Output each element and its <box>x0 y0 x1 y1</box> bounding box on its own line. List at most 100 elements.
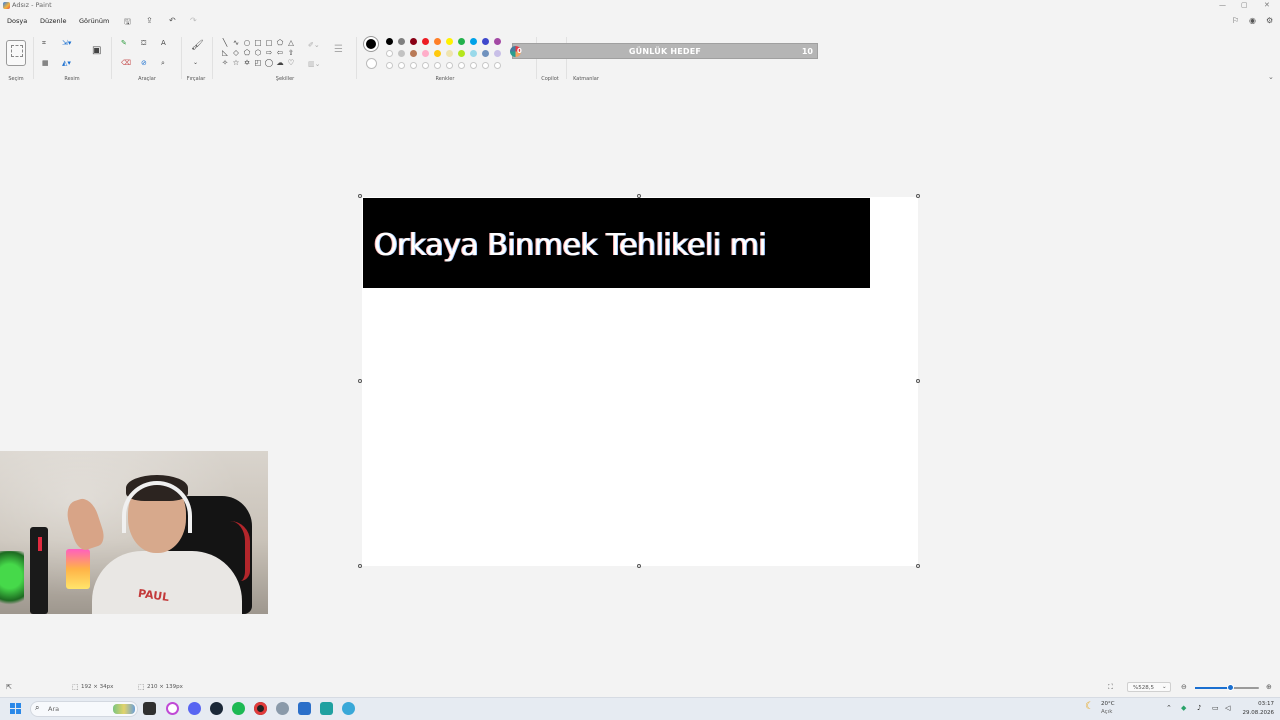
secondary-color-swatch[interactable] <box>366 58 377 69</box>
canvas-banner[interactable]: Orkaya Binmek Tehlikeli mi <box>363 198 870 288</box>
collapse-ribbon-chevron-icon[interactable]: ⌄ <box>1268 73 1274 81</box>
resize-handle-top-right[interactable] <box>916 194 920 198</box>
custom-color-slot[interactable] <box>422 62 429 69</box>
shape-fill-icon[interactable]: ▥⌄ <box>308 60 320 68</box>
color-swatch[interactable] <box>482 50 489 57</box>
undo-icon[interactable]: ↶ <box>169 16 176 25</box>
polygon-shape-icon[interactable]: ⬠ <box>275 38 285 47</box>
rounded-callout-shape-icon[interactable]: ◰ <box>253 58 263 67</box>
zoom-in-icon[interactable]: ⊕ <box>1266 683 1272 691</box>
custom-color-slot[interactable] <box>470 62 477 69</box>
paint-taskbar-icon[interactable] <box>298 702 311 715</box>
five-point-star-shape-icon[interactable]: ☆ <box>231 58 241 67</box>
custom-color-slot[interactable] <box>434 62 441 69</box>
color-swatch[interactable] <box>422 50 429 57</box>
color-swatch[interactable] <box>410 50 417 57</box>
fit-to-window-icon[interactable]: ⛶ <box>1108 683 1113 692</box>
browser-icon[interactable] <box>342 702 355 715</box>
settings-app-icon[interactable] <box>276 702 289 715</box>
color-swatch[interactable] <box>386 50 393 57</box>
custom-color-slot[interactable] <box>386 62 393 69</box>
heart-shape-icon[interactable]: ♡ <box>286 58 296 67</box>
opera-icon[interactable] <box>166 702 179 715</box>
color-swatch[interactable] <box>446 38 453 45</box>
save-icon[interactable]: 🖫 <box>124 16 131 30</box>
brush-dropdown-chevron-icon[interactable]: ⌄ <box>193 59 198 67</box>
diamond-shape-icon[interactable]: ◇ <box>231 48 241 57</box>
menu-edit[interactable]: Düzenle <box>40 17 66 25</box>
outline-icon[interactable]: ✐⌄ <box>308 41 320 49</box>
resize-handle-bottom-right[interactable] <box>916 564 920 568</box>
color-swatch[interactable] <box>482 38 489 45</box>
discord-icon[interactable] <box>188 702 201 715</box>
stroke-size-icon[interactable]: ☰ <box>334 45 343 55</box>
color-swatch[interactable] <box>386 38 393 45</box>
resize-handle-left[interactable] <box>358 379 362 383</box>
color-swatch[interactable] <box>398 50 405 57</box>
color-swatch[interactable] <box>458 50 465 57</box>
curve-shape-icon[interactable]: ∿ <box>231 38 241 47</box>
settings-icon[interactable]: ⚙ <box>1266 16 1273 25</box>
image-select-icon[interactable]: ▣ <box>92 46 101 56</box>
volume-icon[interactable]: ◁ <box>1225 704 1230 712</box>
rectangle-shape-icon[interactable]: □ <box>253 38 263 47</box>
six-point-star-shape-icon[interactable]: ✡ <box>242 58 252 67</box>
rounded-rect-shape-icon[interactable]: ▢ <box>264 38 274 47</box>
rotate-icon[interactable]: ◭▾ <box>62 59 71 67</box>
remove-background-icon[interactable]: ▦ <box>42 59 49 67</box>
clock-time[interactable]: 03:17 <box>1248 701 1274 707</box>
redo-icon[interactable]: ↷ <box>190 16 197 25</box>
resize-icon[interactable]: ⇲▾ <box>62 39 71 47</box>
right-triangle-shape-icon[interactable]: ◺ <box>220 48 230 57</box>
taskbar-search[interactable]: ⌕ Ara <box>30 701 138 717</box>
color-swatch[interactable] <box>458 38 465 45</box>
minimize-button[interactable]: — <box>1219 1 1226 9</box>
right-arrow-shape-icon[interactable]: ⇨ <box>264 48 274 57</box>
resize-handle-bottom-left[interactable] <box>358 564 362 568</box>
color-swatch[interactable] <box>470 50 477 57</box>
resize-handle-bottom[interactable] <box>637 564 641 568</box>
microphone-icon[interactable]: ♪ <box>1197 704 1201 712</box>
zoom-slider-thumb[interactable] <box>1227 684 1235 691</box>
spotify-icon[interactable] <box>232 702 245 715</box>
resize-handle-top[interactable] <box>637 194 641 198</box>
resize-handle-right[interactable] <box>916 379 920 383</box>
left-arrow-shape-icon[interactable]: ⇦ <box>275 48 285 57</box>
color-swatch[interactable] <box>434 50 441 57</box>
network-icon[interactable]: ▭ <box>1212 704 1219 712</box>
resize-handle-top-left[interactable] <box>358 194 362 198</box>
line-shape-icon[interactable]: ╲ <box>220 38 230 47</box>
tray-app-icon[interactable]: ◆ <box>1181 704 1186 712</box>
triangle-shape-icon[interactable]: △ <box>286 38 296 47</box>
up-arrow-shape-icon[interactable]: ⇧ <box>286 48 296 57</box>
selection-tool-button[interactable] <box>6 40 26 66</box>
zoom-dropdown[interactable]: %528,5 ⌄ <box>1127 682 1171 692</box>
color-swatch[interactable] <box>494 50 501 57</box>
clock-date[interactable]: 29.08.2026 <box>1240 710 1275 716</box>
maximize-button[interactable]: ▢ <box>1241 1 1248 9</box>
custom-color-slot[interactable] <box>482 62 489 69</box>
color-swatch[interactable] <box>470 38 477 45</box>
four-point-star-shape-icon[interactable]: ✧ <box>220 58 230 67</box>
color-swatch[interactable] <box>422 38 429 45</box>
account-icon[interactable]: ◉ <box>1249 16 1256 25</box>
weather-moon-icon[interactable]: ☾ <box>1085 701 1094 712</box>
color-swatch[interactable] <box>494 38 501 45</box>
menu-file[interactable]: Dosya <box>7 17 27 25</box>
fill-icon[interactable]: ⛋ <box>141 39 146 47</box>
hexagon-shape-icon[interactable]: ⬡ <box>253 48 263 57</box>
text-icon[interactable]: A <box>161 39 166 47</box>
pencil-icon[interactable]: ✎ <box>121 39 127 47</box>
zoom-out-icon[interactable]: ⊖ <box>1181 683 1187 691</box>
tray-chevron-icon[interactable]: ⌃ <box>1166 704 1172 712</box>
pentagon-shape-icon[interactable]: ⬠ <box>242 48 252 57</box>
custom-color-slot[interactable] <box>458 62 465 69</box>
color-swatch[interactable] <box>410 38 417 45</box>
custom-color-slot[interactable] <box>446 62 453 69</box>
feedback-icon[interactable]: ⚐ <box>1232 16 1239 25</box>
color-picker-icon[interactable]: ⊘ <box>141 59 147 67</box>
notepad-icon[interactable] <box>320 702 333 715</box>
task-view-icon[interactable] <box>143 702 156 715</box>
crop-icon[interactable]: ⌗ <box>42 39 46 47</box>
color-swatch[interactable] <box>398 38 405 45</box>
